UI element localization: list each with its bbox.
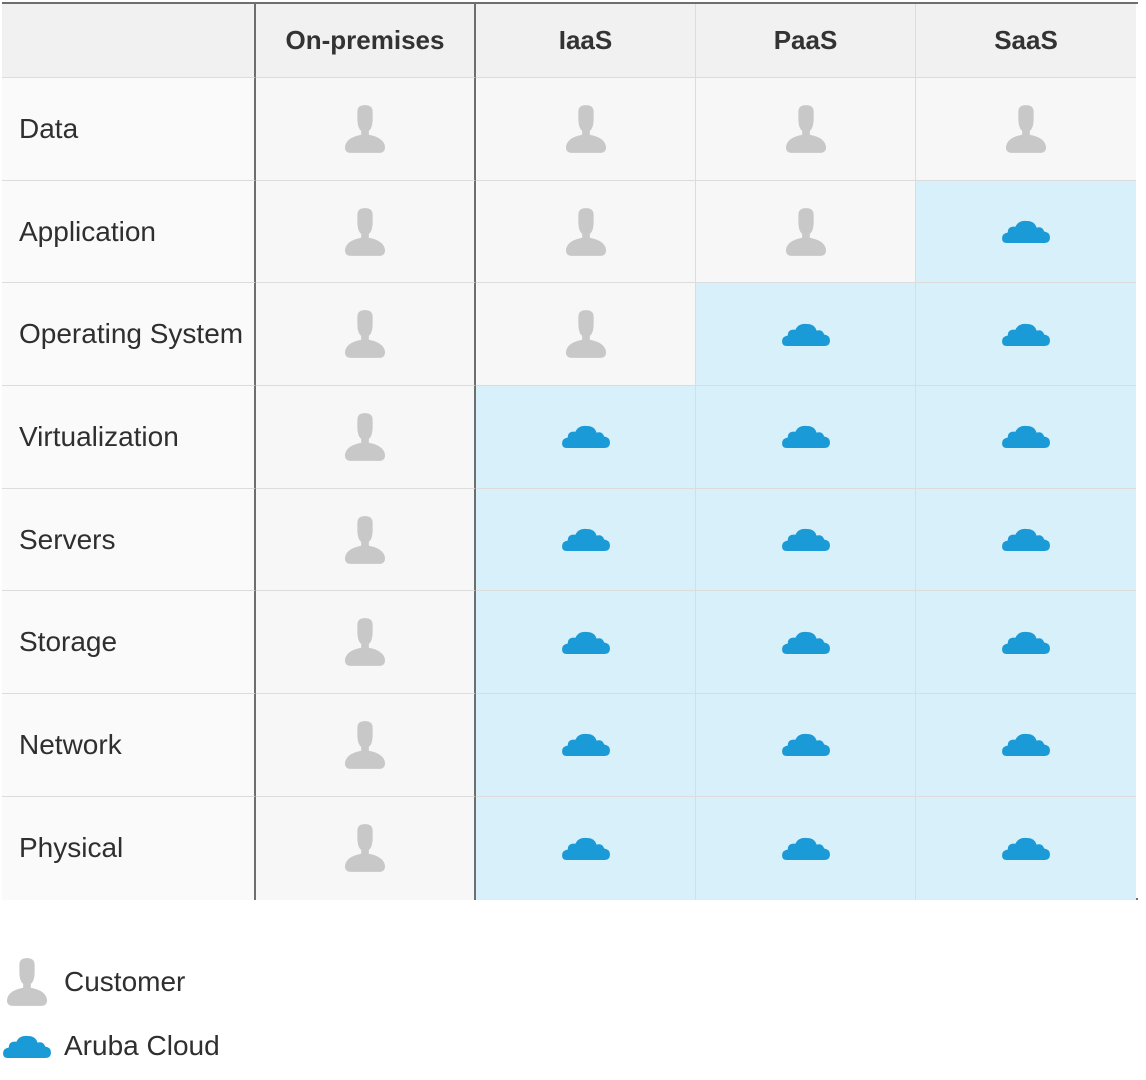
cloud-icon bbox=[1002, 631, 1050, 654]
person-icon bbox=[2, 958, 52, 1006]
legend-item-cloud: Aruba Cloud bbox=[2, 1014, 220, 1078]
row-label-text: Storage bbox=[19, 626, 118, 658]
cell-cloud bbox=[916, 694, 1136, 797]
cloud-icon bbox=[1002, 733, 1050, 757]
column-header-paas: PaaS bbox=[696, 4, 916, 78]
column-header-on-premises: On-premises bbox=[256, 4, 476, 78]
row-label-servers: Servers bbox=[2, 488, 256, 592]
person-icon bbox=[344, 618, 386, 667]
row-label-text: Data bbox=[19, 112, 79, 144]
person-icon bbox=[1005, 104, 1047, 153]
row-label-data: Data bbox=[2, 78, 256, 181]
cell-cloud bbox=[476, 796, 696, 900]
column-header-label: PaaS bbox=[773, 25, 838, 55]
cell-customer bbox=[256, 694, 476, 797]
person-icon bbox=[565, 104, 607, 153]
legend: Customer Aruba Cloud bbox=[2, 950, 220, 1078]
cloud-icon bbox=[1002, 528, 1050, 552]
cloud-icon bbox=[561, 425, 610, 449]
column-header-label: IaaS bbox=[558, 25, 613, 55]
cell-cloud bbox=[696, 591, 916, 695]
legend-label: Customer bbox=[64, 966, 186, 997]
cell-customer bbox=[696, 180, 916, 284]
cloud-icon bbox=[781, 528, 830, 552]
cell-cloud bbox=[476, 694, 696, 797]
cell-customer bbox=[256, 796, 476, 900]
cloud-icon bbox=[781, 631, 830, 654]
person-icon bbox=[344, 310, 386, 359]
person-icon bbox=[785, 104, 827, 153]
responsibility-table: On-premises IaaS PaaS SaaS Data Application Op… bbox=[2, 2, 1138, 900]
cloud-icon bbox=[561, 631, 610, 654]
legend-item-customer: Customer bbox=[2, 950, 220, 1014]
person-icon bbox=[565, 207, 607, 256]
person-icon bbox=[344, 824, 386, 873]
person-icon bbox=[344, 413, 386, 461]
cell-customer bbox=[256, 386, 476, 489]
person-icon bbox=[344, 207, 386, 256]
cell-cloud bbox=[696, 283, 916, 387]
column-header-label: On-premises bbox=[285, 25, 445, 55]
cell-cloud bbox=[916, 488, 1136, 592]
column-header-iaas: IaaS bbox=[476, 4, 696, 78]
cloud-icon bbox=[781, 425, 830, 449]
row-label-network: Network bbox=[2, 694, 256, 797]
cell-cloud bbox=[916, 283, 1136, 387]
row-label-storage: Storage bbox=[2, 591, 256, 695]
cloud-icon bbox=[561, 528, 610, 552]
cell-cloud bbox=[916, 591, 1136, 695]
cloud-icon bbox=[561, 733, 610, 757]
person-icon bbox=[344, 721, 386, 769]
person-icon bbox=[344, 104, 386, 153]
cell-customer bbox=[256, 283, 476, 387]
cell-customer bbox=[476, 78, 696, 181]
cloud-icon bbox=[1002, 837, 1050, 860]
cell-cloud bbox=[476, 591, 696, 695]
row-label-text: Operating System bbox=[19, 318, 244, 350]
row-label-operating-system: Operating System bbox=[2, 283, 256, 387]
cell-customer bbox=[256, 180, 476, 284]
row-label-text: Servers bbox=[19, 523, 116, 555]
cloud-icon bbox=[1002, 323, 1050, 346]
cell-customer bbox=[256, 488, 476, 592]
cell-cloud bbox=[476, 488, 696, 592]
legend-label: Aruba Cloud bbox=[64, 1030, 220, 1061]
row-label-text: Virtualization bbox=[19, 420, 179, 452]
cell-cloud bbox=[916, 796, 1136, 900]
row-label-application: Application bbox=[2, 180, 256, 284]
cloud-icon bbox=[2, 1035, 52, 1058]
cell-customer bbox=[476, 283, 696, 387]
cell-customer bbox=[916, 78, 1136, 181]
cell-cloud bbox=[696, 488, 916, 592]
cloud-icon bbox=[561, 837, 610, 860]
person-icon bbox=[344, 515, 386, 564]
cell-customer bbox=[696, 78, 916, 181]
cloud-icon bbox=[781, 837, 830, 860]
cell-customer bbox=[476, 180, 696, 284]
column-header-label: SaaS bbox=[994, 25, 1058, 55]
cell-cloud bbox=[696, 694, 916, 797]
row-label-text: Physical bbox=[19, 832, 124, 864]
row-label-text: Application bbox=[19, 215, 156, 247]
cell-customer bbox=[256, 591, 476, 695]
row-label-text: Network bbox=[19, 728, 122, 760]
row-label-virtualization: Virtualization bbox=[2, 386, 256, 489]
row-label-physical: Physical bbox=[2, 796, 256, 900]
cloud-icon bbox=[1002, 425, 1050, 449]
cell-cloud bbox=[916, 180, 1136, 284]
cell-customer bbox=[256, 78, 476, 181]
cell-cloud bbox=[696, 796, 916, 900]
cloud-icon bbox=[1002, 220, 1050, 244]
cell-cloud bbox=[696, 386, 916, 489]
cloud-icon bbox=[781, 323, 830, 346]
cell-cloud bbox=[916, 386, 1136, 489]
cell-cloud bbox=[476, 386, 696, 489]
person-icon bbox=[565, 310, 607, 359]
header-corner-cell bbox=[2, 4, 256, 78]
person-icon bbox=[785, 207, 827, 256]
column-header-saas: SaaS bbox=[916, 4, 1136, 78]
cloud-icon bbox=[781, 733, 830, 757]
